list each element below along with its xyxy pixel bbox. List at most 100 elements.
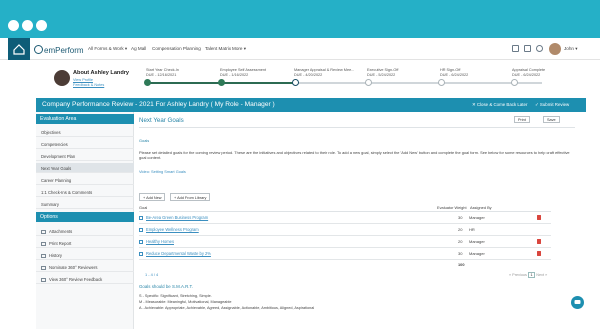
chat-button[interactable] [571,296,584,309]
employee-name: About Ashley Landry [73,70,130,76]
print-icon [41,241,46,246]
sidebar-item-next-year-goals[interactable]: Next Year Goals [36,163,134,173]
review-title: Company Performance Review - 2021 For As… [42,101,275,108]
nav-compensation-planning[interactable]: Compensation Planning [152,46,201,51]
smart-line-measurable: M - Measurable: Meaningful, Motivational… [139,300,232,304]
goals-subheading: Goals [139,138,150,143]
logo-mark-icon [34,45,43,54]
review-header: Company Performance Review - 2021 For As… [36,98,586,112]
trash-icon[interactable] [537,238,541,244]
nav-more[interactable]: More ▾ [232,46,246,52]
window-titlebar [0,0,600,38]
sidebar-item-check-ins-comments[interactable]: 1:1 Check-Ins & Comments [36,187,134,197]
smart-line-achievable: A - Achievable: Appropriate, Achievable,… [139,306,315,310]
step-4-due: DUE - 5/24/2022 [367,73,396,77]
step-6-title: Appraisal Complete [512,68,546,72]
table-row: Healthy Homes 20 Manager [139,236,551,248]
home-icon [13,44,25,55]
step-6-icon[interactable] [511,79,518,86]
step-5-icon[interactable] [438,79,445,86]
smart-goals-heading: Goals should be S.M.A.R.T. [139,284,193,289]
goal-assigned-by: HR [469,227,475,232]
edit-icon[interactable] [139,227,143,232]
goal-assigned-by: Manager [469,215,485,220]
nav-talent-matrix[interactable]: Talent Matrix [205,46,231,51]
column-goal: Goal [139,205,148,210]
goal-assigned-by: Manager [469,251,485,256]
trash-icon[interactable] [537,214,541,220]
section-title: Next Year Goals [139,117,184,124]
save-button[interactable]: Save [543,116,560,123]
user-avatar[interactable] [549,43,561,55]
add-new-button[interactable]: + Add New [139,193,166,201]
window-control-maximize[interactable] [36,20,47,31]
column-evaluator-weight: Evaluator Weight [437,205,467,210]
user-menu[interactable]: John ▾ [564,46,578,52]
print-button[interactable]: Print [514,116,530,123]
goal-weight: 30 [458,215,463,220]
goals-instructions: Please set detailed goals for the coming… [139,150,570,161]
goal-name[interactable]: Employee Wellness Program [146,227,199,232]
goal-name[interactable]: Healthy Homes [146,239,174,244]
option-print-report[interactable]: Print Report [36,238,134,248]
step-5-title: HR Sign-Off [440,68,461,72]
step-2-title: Employee Self Assessment [220,68,267,72]
step-4-title: Executive Sign-Off [367,68,399,72]
option-attachments[interactable]: Attachments [36,226,134,236]
divider [139,127,575,128]
table-row: Employee Wellness Program 20 HR [139,224,551,236]
step-2-done-icon[interactable] [218,79,225,86]
step-2-due: DUE - 1/16/2022 [220,73,249,77]
video-link[interactable]: Video: Setting Smart Goals [139,169,186,174]
add-from-library-button[interactable]: + Add From Library [170,193,211,201]
record-count: 1 - 4 / 4 [145,272,159,277]
option-history[interactable]: History [36,250,134,260]
page-1-button[interactable]: 1 [528,272,536,278]
sidebar-item-objectives[interactable]: Objectives [36,127,134,137]
message-icon[interactable] [512,45,519,52]
sidebar-item-summary[interactable]: Summary [36,199,134,209]
step-6-due: DUE - 6/24/2022 [512,73,541,77]
sidebar-item-development-plan[interactable]: Development Plan [36,151,134,161]
sidebar-item-competencies[interactable]: Competencies [36,139,134,149]
column-assigned-by: Assigned By [470,205,492,210]
window-control-minimize[interactable] [22,20,33,31]
review-progress-area [30,60,586,98]
submit-review-button[interactable]: ✓ Submit Review [535,102,569,108]
goal-weight: 30 [458,251,463,256]
edit-icon[interactable] [139,215,143,220]
edit-icon[interactable] [139,251,143,256]
app-logo[interactable]: emPerform [34,45,84,55]
help-icon[interactable] [536,45,543,52]
step-1-done-icon[interactable] [144,79,151,86]
calendar-icon[interactable] [524,45,531,52]
total-weight: 100 [458,262,465,267]
home-button[interactable] [8,38,30,60]
view-profile-link[interactable]: View Profile [73,78,93,82]
goal-name[interactable]: Be-Area Green Business Program [146,215,208,220]
table-row: Reduce Departmental Waste by 2% 30 Manag… [139,248,551,260]
step-5-due: DUE - 6/24/2022 [440,73,469,77]
paperclip-icon [41,229,46,234]
step-3-current-icon[interactable] [292,79,299,86]
goal-weight: 20 [458,239,463,244]
trash-icon[interactable] [537,250,541,256]
window-control-close[interactable] [8,20,19,31]
previous-page-button[interactable]: « Previous [509,273,527,277]
next-page-button[interactable]: Next » [536,273,547,277]
option-nominate-reviewers[interactable]: Nominate 360° Reviewers [36,262,134,272]
step-4-icon[interactable] [365,79,372,86]
goal-name[interactable]: Reduce Departmental Waste by 2% [146,251,211,256]
evaluation-area-heading: Evaluation Area [36,114,134,124]
option-view-360-feedback[interactable]: View 360° Review Feedback [36,274,134,284]
feedback-notes-link[interactable]: Feedback & Notes [73,83,104,87]
step-1-title: Start Year Check-In [146,68,179,72]
history-icon [41,253,46,258]
close-come-back-later-button[interactable]: ✕ Close & Come Back Later [472,102,527,108]
step-1-due: DUE - 12/16/2021 [146,73,177,77]
edit-icon[interactable] [139,239,143,244]
nav-all-forms[interactable]: All Forms & Work ▾ [88,46,127,52]
chat-icon [574,300,581,304]
nav-ag-mall[interactable]: Ag Mall [131,46,146,51]
sidebar-item-career-planning[interactable]: Career Planning [36,175,134,185]
